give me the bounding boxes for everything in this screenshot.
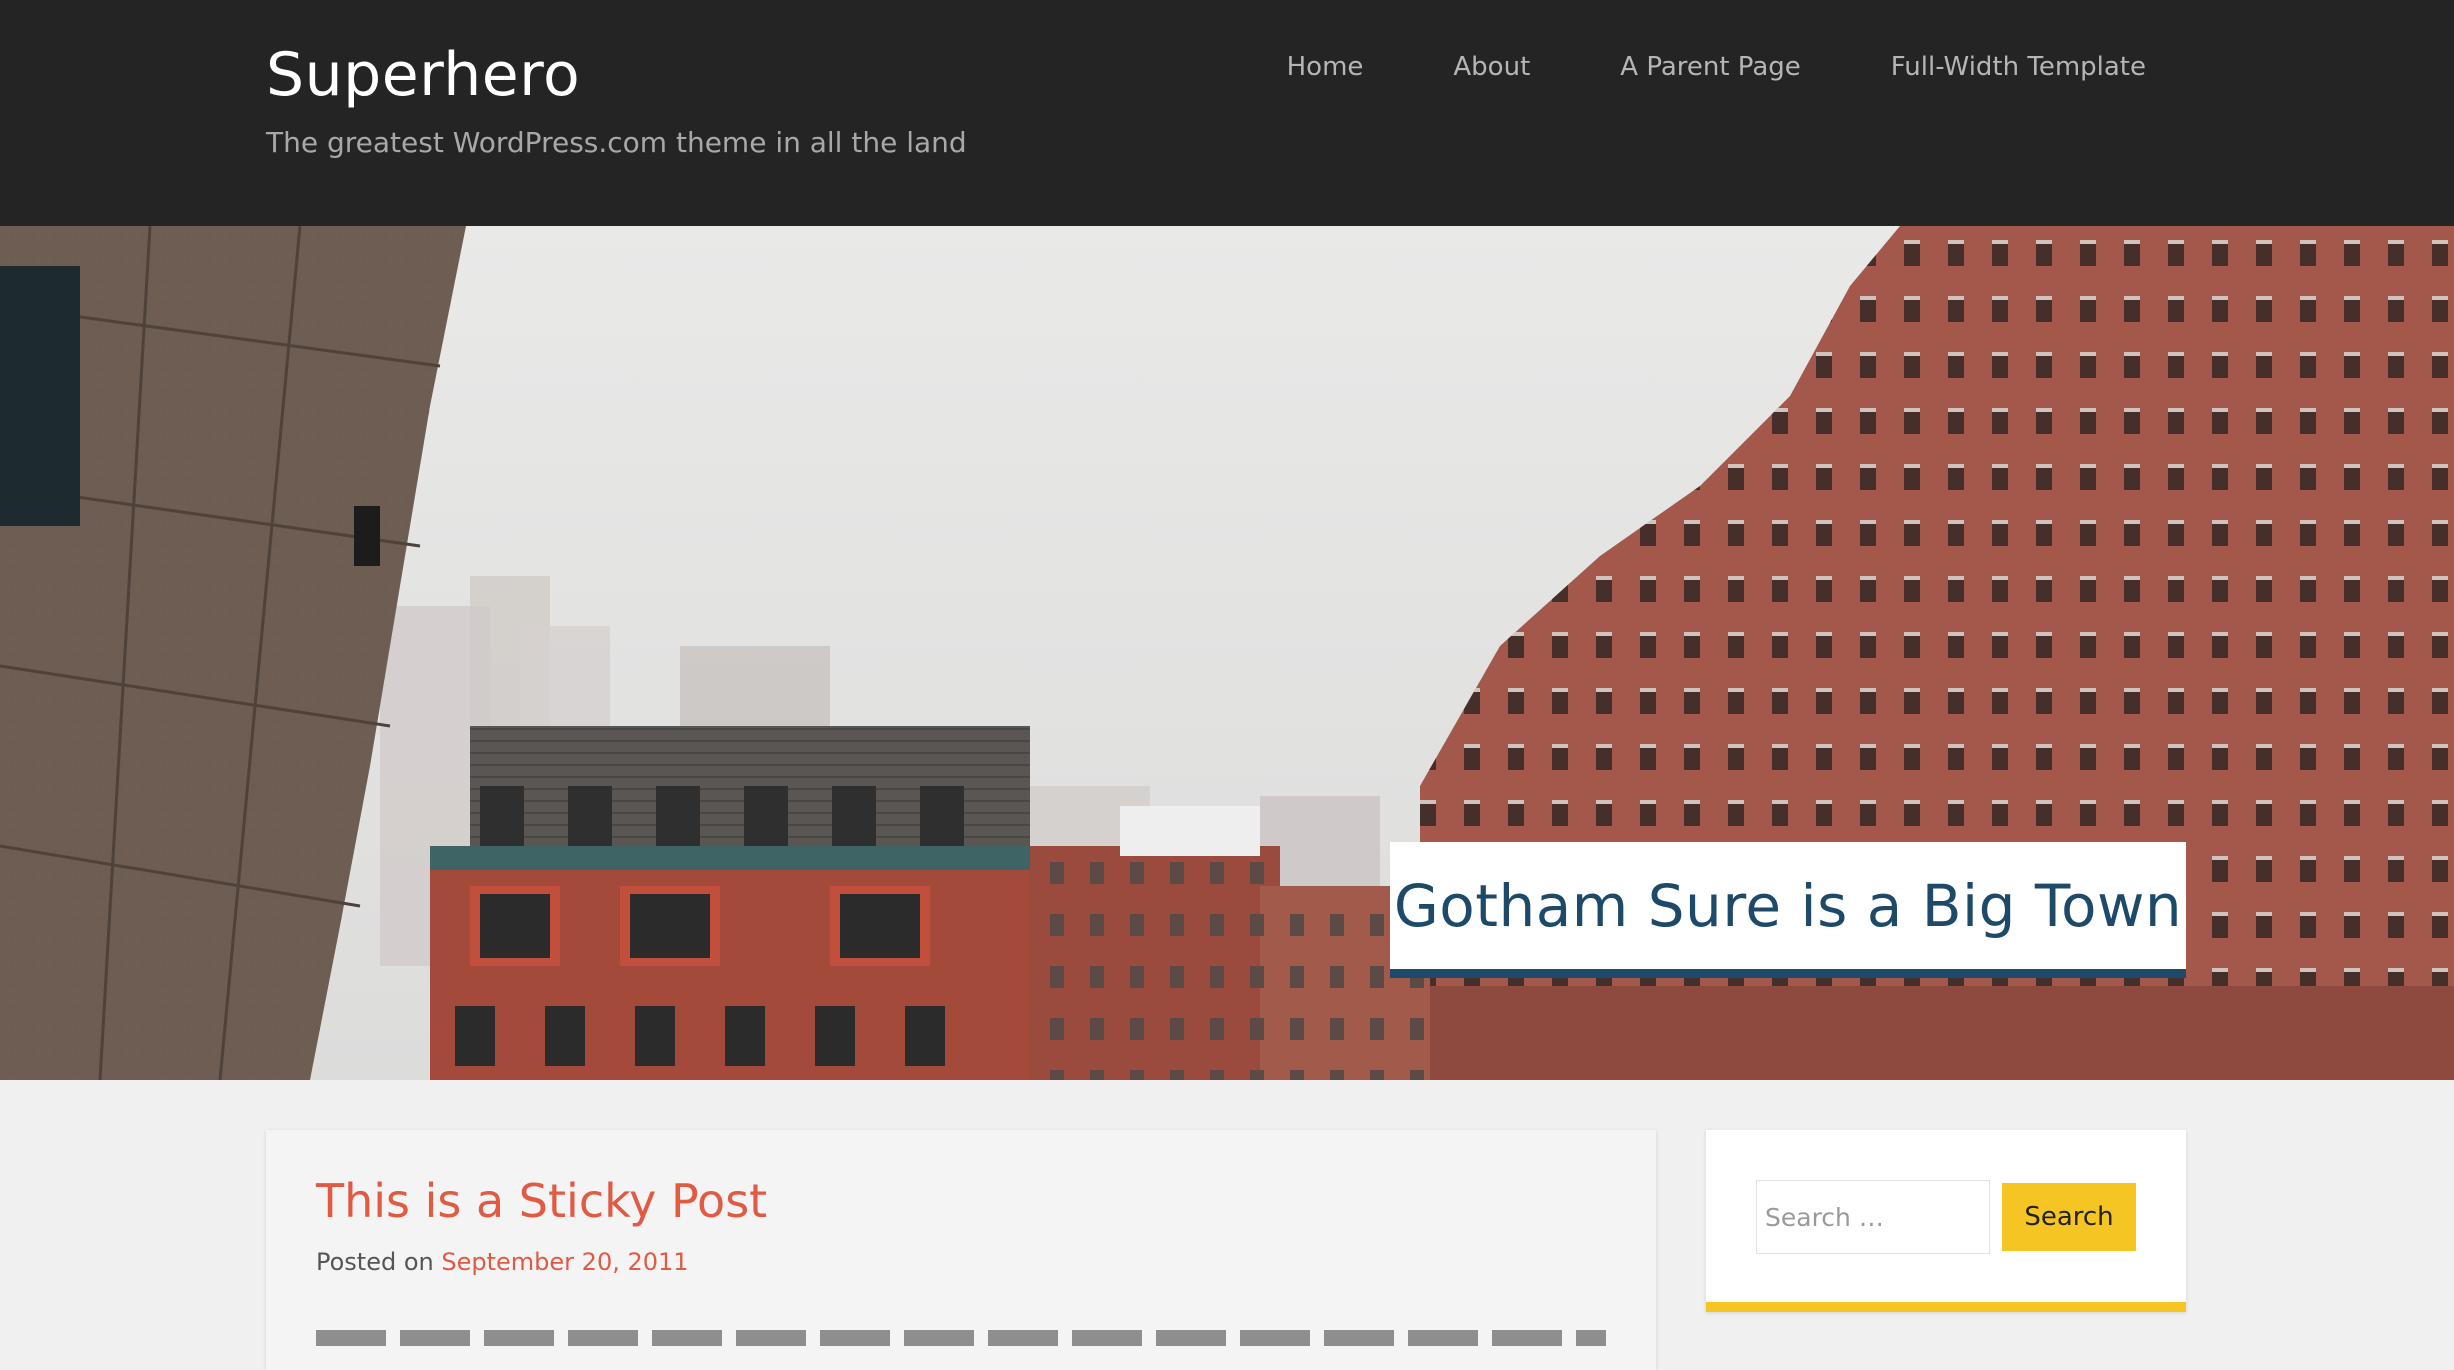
hero-caption[interactable]: Gotham Sure is a Big Town <box>1390 842 2186 978</box>
featured-hero: Gotham Sure is a Big Town <box>0 226 2454 1080</box>
site-title[interactable]: Superhero <box>266 40 580 110</box>
nav-item-about[interactable]: About <box>1453 52 1530 82</box>
post-title[interactable]: This is a Sticky Post <box>316 1174 767 1228</box>
post-meta: Posted on September 20, 2011 <box>316 1248 689 1276</box>
nav-item-parent-page[interactable]: A Parent Page <box>1620 52 1801 82</box>
hero-caption-title: Gotham Sure is a Big Town <box>1393 871 2183 940</box>
main-nav: Home About A Parent Page Full-Width Temp… <box>1287 52 2146 82</box>
search-button[interactable]: Search <box>2002 1183 2136 1251</box>
post-date-link[interactable]: September 20, 2011 <box>441 1248 688 1276</box>
nav-item-full-width-template[interactable]: Full-Width Template <box>1891 52 2146 82</box>
nav-item-home[interactable]: Home <box>1287 52 1364 82</box>
post-meta-prefix: Posted on <box>316 1248 434 1276</box>
search-widget: Search <box>1706 1130 2186 1312</box>
sticky-post-card: This is a Sticky Post Posted on Septembe… <box>266 1130 1656 1370</box>
site-tagline: The greatest WordPress.com theme in all … <box>266 126 967 159</box>
post-excerpt-cropped <box>316 1330 1606 1346</box>
search-input[interactable] <box>1756 1180 1990 1254</box>
site-header: Superhero The greatest WordPress.com the… <box>0 0 2454 226</box>
